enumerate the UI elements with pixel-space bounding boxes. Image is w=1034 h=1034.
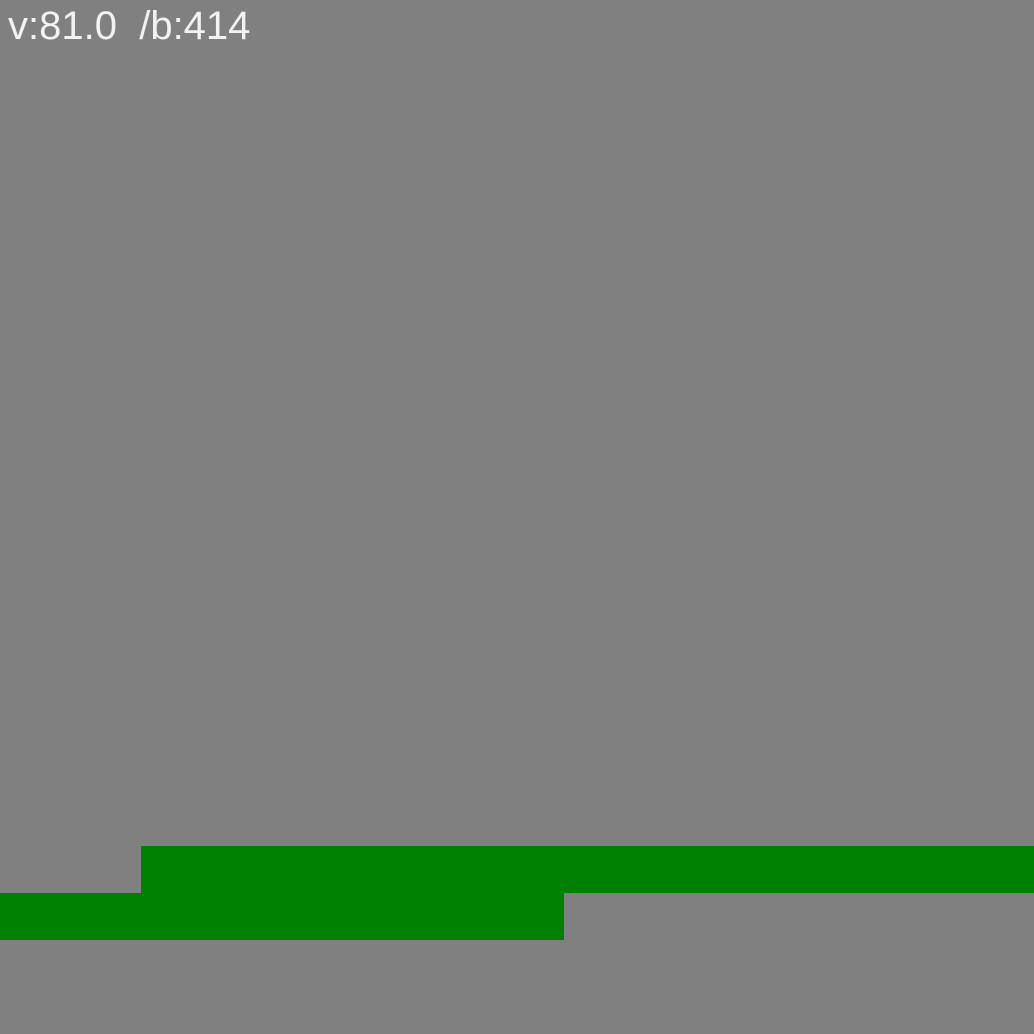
hud-readout: v:81.0 /b:414	[8, 2, 250, 50]
b-readout: /b:414	[139, 4, 251, 48]
game-canvas[interactable]: v:81.0 /b:414	[0, 0, 1034, 1034]
platform-upper	[141, 846, 1034, 893]
platform-lower	[0, 893, 564, 940]
velocity-readout: v:81.0	[8, 4, 117, 48]
hud-separator	[117, 4, 139, 48]
